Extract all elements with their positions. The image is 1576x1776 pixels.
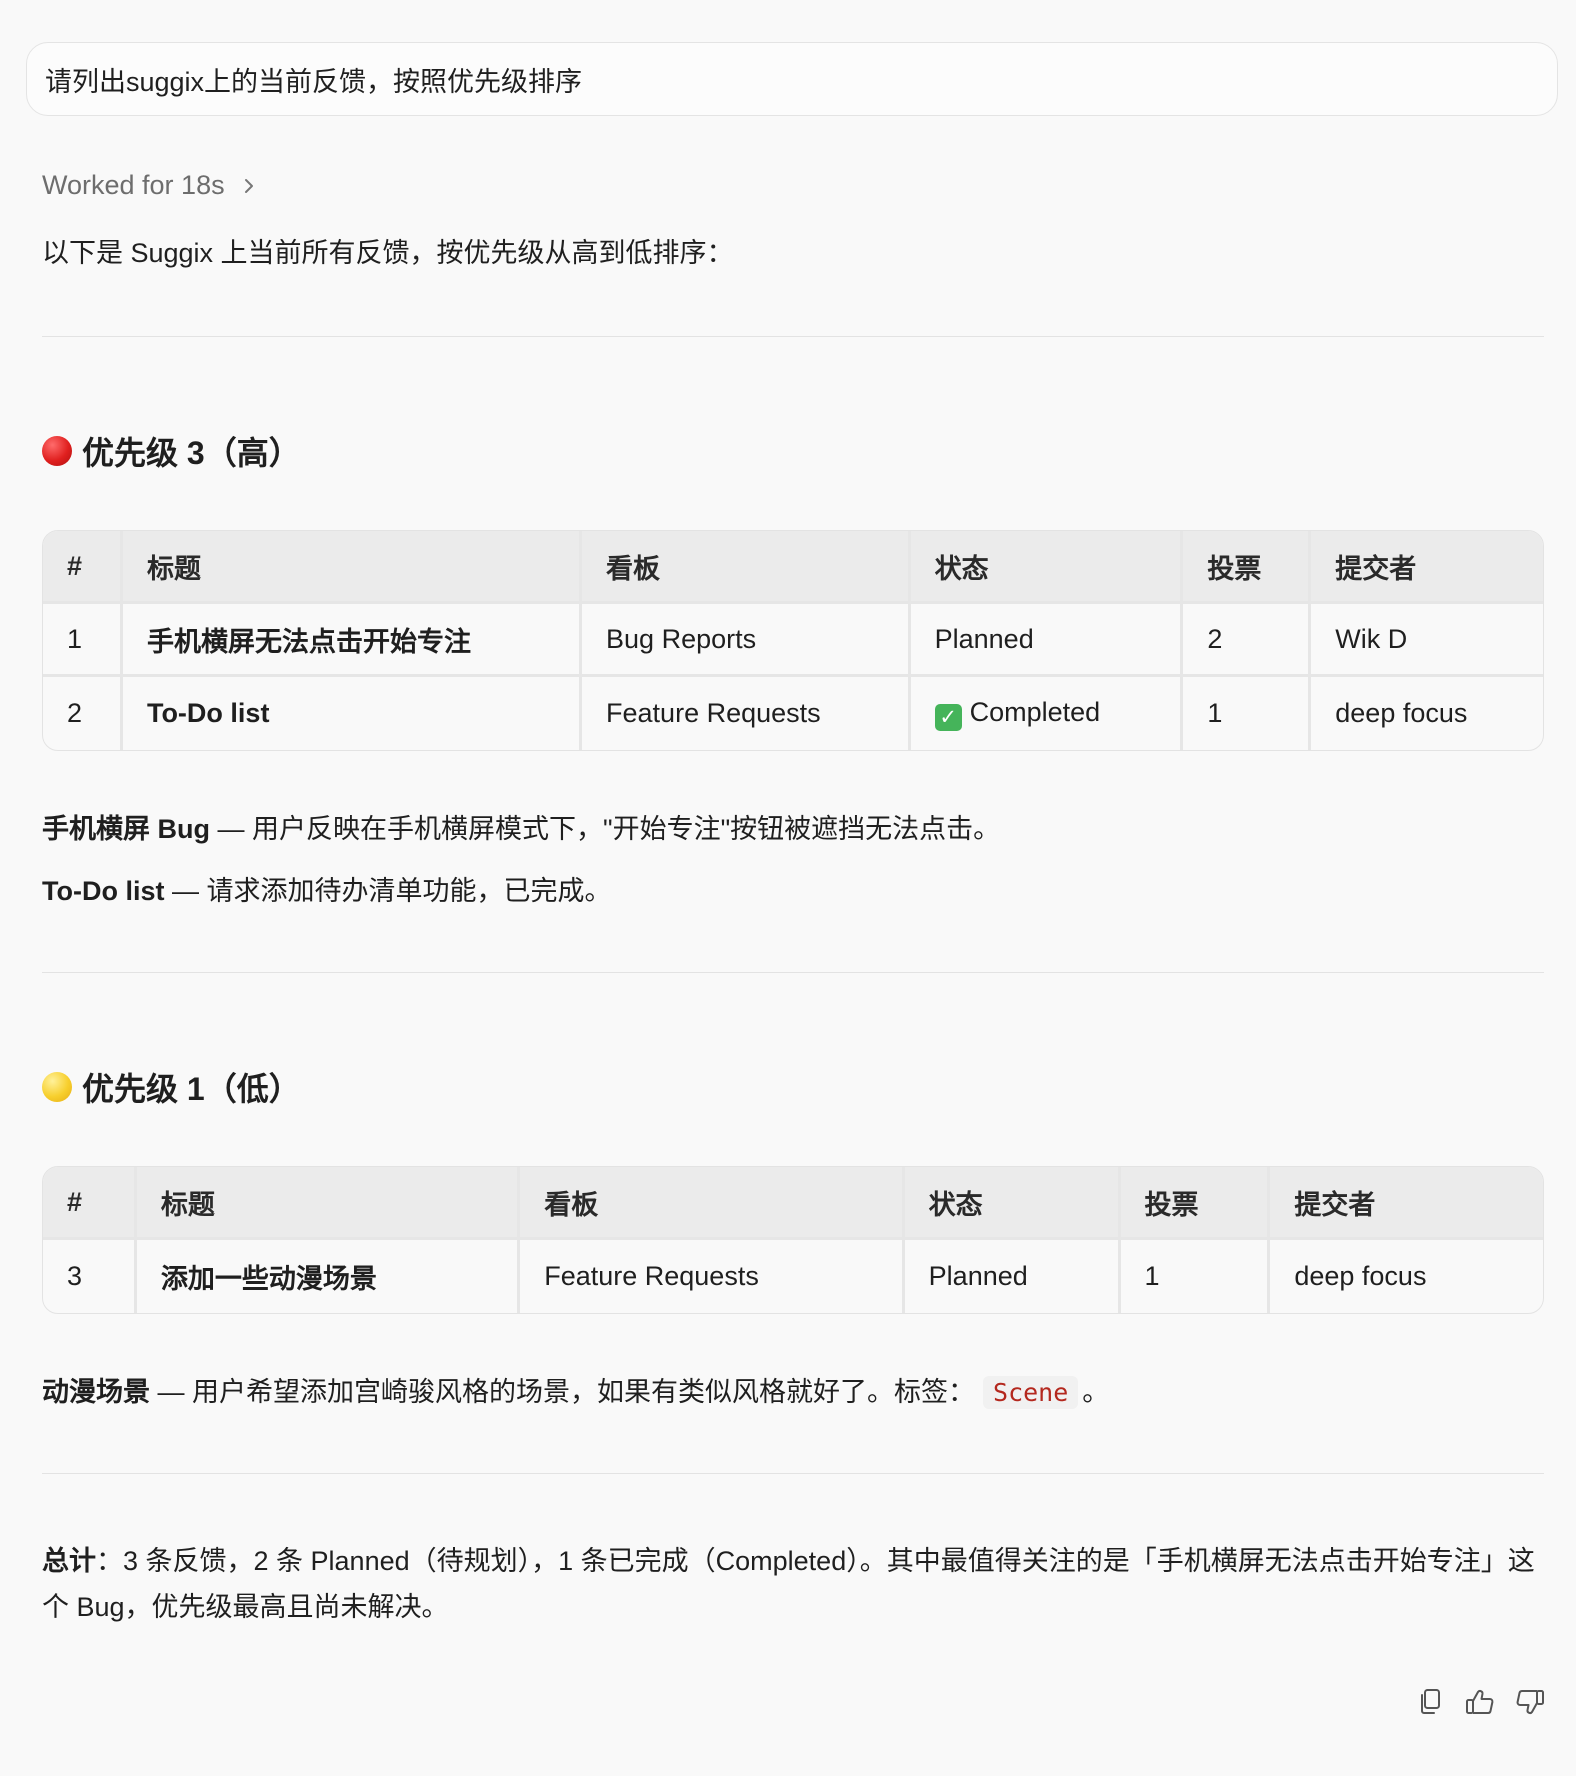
cell-board: Feature Requests: [582, 677, 911, 750]
table-row: 1 手机横屏无法点击开始专注 Bug Reports Planned 2 Wik…: [43, 604, 1543, 677]
column-header-status: 状态: [910, 531, 1184, 604]
note-text: — 用户反映在手机横屏模式下，"开始专注"按钮被遮挡无法点击。: [210, 814, 1001, 844]
summary-paragraph: 总计：3 条反馈，2 条 Planned（待规划），1 条已完成（Complet…: [42, 1538, 1542, 1630]
cell-number: 3: [43, 1240, 137, 1313]
red-circle-icon: [42, 436, 72, 466]
high-priority-table: # 标题 看板 状态 投票 提交者 1 手机横屏无法点击开始专注 Bug Rep…: [42, 530, 1544, 751]
cell-status: Planned: [905, 1240, 1121, 1313]
section-title-high-priority: 优先级 3（高）: [42, 428, 301, 474]
tag-scene: Scene: [983, 1376, 1079, 1409]
table-header-row: # 标题 看板 状态 投票 提交者: [43, 1167, 1543, 1240]
table-row: 2 To-Do list Feature Requests ✓ Completed…: [43, 677, 1543, 750]
cell-votes: 2: [1183, 604, 1312, 677]
column-header-votes: 投票: [1120, 1167, 1271, 1240]
cell-board: Feature Requests: [520, 1240, 905, 1313]
yellow-circle-icon: [42, 1072, 72, 1102]
user-prompt-text: 请列出suggix上的当前反馈，按照优先级排序: [45, 66, 583, 97]
worked-for-label: Worked for 18s: [42, 170, 225, 200]
section-title-low-text: 优先级 1（低）: [82, 1071, 301, 1107]
cell-title: To-Do list: [123, 677, 583, 750]
column-header-number: #: [43, 1167, 137, 1240]
note-label: 动漫场景: [42, 1377, 150, 1407]
cell-title: 手机横屏无法点击开始专注: [122, 604, 583, 677]
cell-votes: 1: [1121, 1240, 1271, 1313]
note-text: — 用户希望添加宫崎骏风格的场景，如果有类似风格就好了。标签：: [150, 1377, 976, 1407]
column-header-title: 标题: [122, 531, 583, 604]
chevron-right-icon: [239, 176, 259, 196]
note-todo-list: To-Do list — 请求添加待办清单功能，已完成。: [42, 869, 612, 908]
column-header-board: 看板: [582, 531, 911, 604]
note-anime-scene: 动漫场景 — 用户希望添加宫崎骏风格的场景，如果有类似风格就好了。标签： Scen…: [42, 1370, 1109, 1409]
cell-board: Bug Reports: [582, 604, 911, 677]
user-prompt-bubble: 请列出suggix上的当前反馈，按照优先级排序: [26, 42, 1558, 116]
table-header-row: # 标题 看板 状态 投票 提交者: [43, 531, 1543, 604]
column-header-status: 状态: [904, 1167, 1121, 1240]
note-end: 。: [1082, 1377, 1110, 1407]
divider: [42, 336, 1544, 337]
section-title-high-text: 优先级 3（高）: [82, 435, 301, 471]
column-header-submitter: 提交者: [1311, 531, 1543, 604]
column-header-number: #: [43, 531, 123, 604]
column-header-submitter: 提交者: [1270, 1167, 1543, 1240]
column-header-board: 看板: [520, 1167, 905, 1240]
note-label: To-Do list: [42, 876, 165, 906]
cell-status-text: Completed: [969, 696, 1101, 727]
cell-title: 添加一些动漫场景: [137, 1240, 521, 1313]
section-title-low-priority: 优先级 1（低）: [42, 1064, 301, 1110]
cell-status: ✓ Completed: [911, 677, 1184, 750]
cell-status: Planned: [910, 604, 1184, 677]
intro-text: 以下是 Suggix 上当前所有反馈，按优先级从高到低排序：: [42, 238, 734, 268]
worked-for-toggle[interactable]: Worked for 18s: [42, 170, 259, 201]
note-label: 手机横屏 Bug: [42, 814, 210, 844]
note-text: — 请求添加待办清单功能，已完成。: [164, 876, 612, 906]
summary-text: ：3 条反馈，2 条 Planned（待规划），1 条已完成（Completed…: [42, 1546, 1535, 1622]
cell-submitter: deep focus: [1294, 1261, 1427, 1291]
divider: [42, 972, 1544, 973]
table-row: 3 添加一些动漫场景 Feature Requests Planned 1 de…: [43, 1240, 1543, 1313]
column-header-title: 标题: [136, 1167, 521, 1240]
thumbs-up-icon[interactable]: [1465, 1686, 1495, 1718]
divider: [42, 1473, 1544, 1474]
thumbs-down-icon[interactable]: [1515, 1686, 1545, 1718]
message-actions: [1415, 1686, 1545, 1718]
low-priority-table: # 标题 看板 状态 投票 提交者 3 添加一些动漫场景 Feature Req…: [42, 1166, 1544, 1314]
column-header-votes: 投票: [1183, 531, 1312, 604]
cell-number: 2: [43, 677, 123, 750]
cell-submitter: Wik D: [1311, 604, 1543, 677]
summary-label: 总计: [42, 1546, 96, 1576]
check-mark-icon: ✓: [934, 703, 962, 731]
note-landscape-bug: 手机横屏 Bug — 用户反映在手机横屏模式下，"开始专注"按钮被遮挡无法点击。: [42, 807, 1000, 846]
copy-icon[interactable]: [1415, 1686, 1445, 1718]
cell-votes: 1: [1183, 677, 1312, 750]
cell-number: 1: [43, 604, 123, 677]
cell-submitter: deep focus: [1335, 698, 1468, 728]
